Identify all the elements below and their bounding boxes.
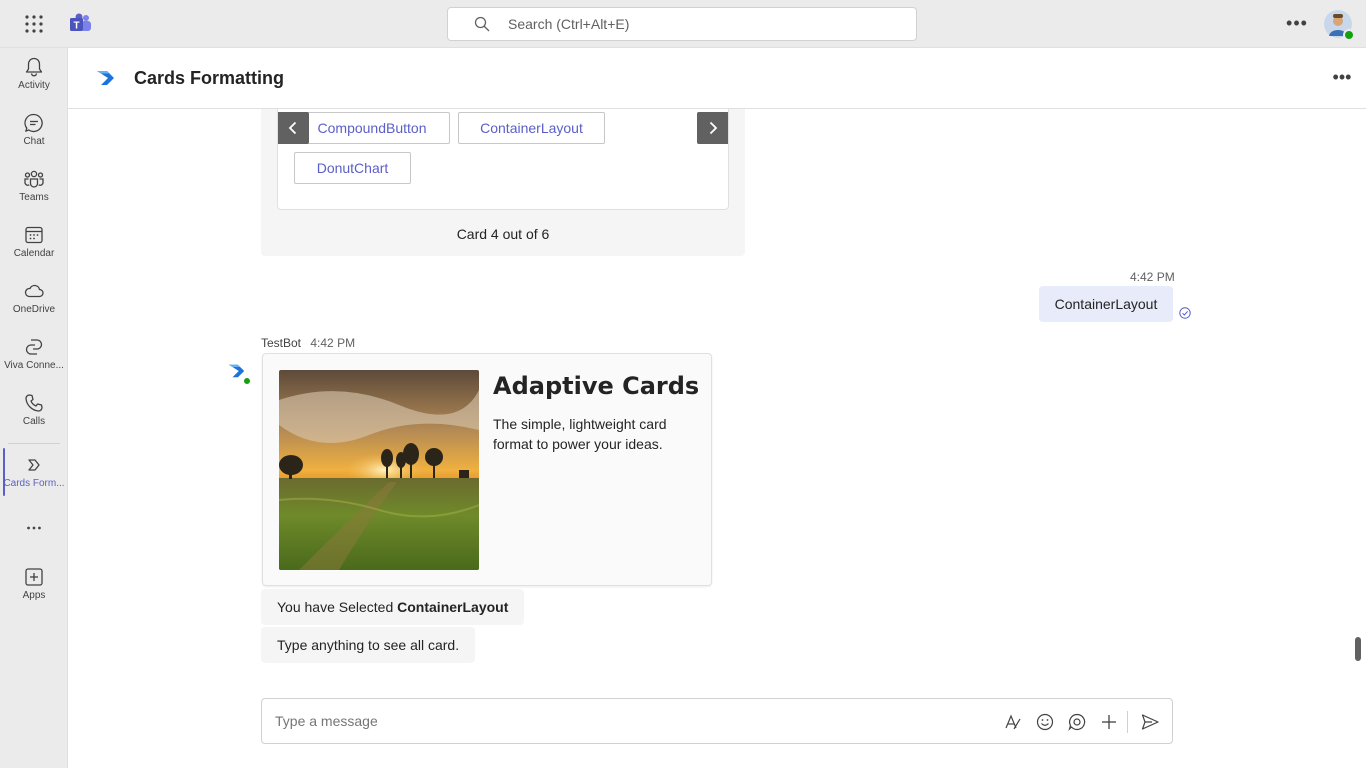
rail-item-onedrive[interactable]: OneDrive [0, 280, 68, 332]
chip-compound-button[interactable]: CompoundButton [294, 112, 450, 144]
rail-item-cards-formatting[interactable]: Cards Form... [0, 448, 68, 506]
presence-available-icon [1343, 29, 1355, 41]
app-rail: Activity Chat Teams Calendar OneDrive Vi… [0, 48, 68, 768]
rail-item-apps[interactable]: Apps [0, 566, 68, 618]
search-placeholder: Search (Ctrl+Alt+E) [508, 16, 630, 32]
rail-item-calendar[interactable]: Calendar [0, 224, 68, 276]
search-bar[interactable]: Search (Ctrl+Alt+E) [447, 7, 917, 41]
rail-label: Apps [22, 590, 46, 601]
rail-label: Calls [22, 416, 46, 427]
app-header: Cards Formatting ••• [68, 48, 1366, 109]
bot-timestamp: 4:42 PM [310, 336, 356, 350]
carousel-next-button[interactable] [697, 112, 728, 144]
rail-item-chat[interactable]: Chat [0, 112, 68, 164]
carousel-prev-button[interactable] [278, 112, 309, 144]
rail-label: Teams [19, 192, 49, 203]
rail-label: Calendar [13, 248, 55, 259]
search-icon [474, 16, 490, 32]
settings-more-button[interactable]: ••• [1285, 14, 1309, 34]
rail-item-viva-connections[interactable]: Viva Conne... [0, 336, 68, 388]
svg-text:T: T [73, 21, 79, 32]
send-icon[interactable] [1140, 712, 1160, 732]
user-avatar[interactable] [1324, 10, 1355, 41]
bot-name: TestBot [261, 336, 302, 350]
carousel-card: CompoundButton ContainerLayout DonutChar… [277, 109, 729, 210]
selected-value: ContainerLayout [397, 599, 509, 615]
compose-box [261, 698, 1173, 744]
bot-presence-icon [242, 376, 252, 386]
rail-more-apps-button[interactable] [0, 518, 68, 538]
emoji-icon[interactable] [1035, 712, 1055, 732]
selected-message: You have Selected ContainerLayout [261, 589, 525, 625]
top-bar: T Search (Ctrl+Alt+E) ••• [0, 0, 1366, 48]
app-launcher-icon[interactable] [24, 14, 44, 34]
bot-avatar[interactable] [228, 362, 252, 386]
card-description: The simple, lightweight card format to p… [493, 416, 667, 452]
rail-label: Viva Conne... [4, 360, 64, 371]
sent-message[interactable]: ContainerLayout [1039, 286, 1173, 322]
chat-scrollbar[interactable] [1355, 637, 1361, 661]
message-input[interactable] [275, 713, 975, 729]
teams-logo-icon: T [70, 13, 91, 32]
rail-label: Activity [18, 80, 50, 91]
loop-icon[interactable] [1067, 712, 1087, 732]
cloud-icon [24, 284, 44, 298]
chevron-right-icon [709, 121, 718, 135]
format-icon[interactable] [1003, 712, 1023, 732]
rail-item-activity[interactable]: Activity [0, 56, 68, 108]
card-title: Adaptive Cards [493, 372, 700, 400]
rail-divider [8, 443, 60, 444]
cards-formatting-app-icon [97, 71, 114, 85]
carousel-count: Card 4 out of 6 [456, 226, 550, 242]
bell-icon [25, 57, 43, 77]
page-title: Cards Formatting [134, 68, 285, 88]
rail-item-calls[interactable]: Calls [0, 392, 68, 444]
add-app-icon [25, 568, 43, 586]
carousel-message: CompoundButton ContainerLayout DonutChar… [261, 109, 745, 256]
cards-formatting-icon [28, 459, 40, 471]
compose-divider [1127, 711, 1128, 733]
viva-connections-icon [25, 339, 43, 355]
hint-message: Type anything to see all card. [261, 627, 476, 663]
selected-prefix: You have Selected [277, 599, 398, 615]
rail-label: Cards Form... [3, 478, 65, 489]
rail-label: OneDrive [12, 304, 56, 315]
rail-label: Chat [23, 136, 45, 147]
sent-timestamp: 4:42 PM [1130, 270, 1175, 284]
calendar-icon [25, 226, 43, 244]
chip-container-layout[interactable]: ContainerLayout [458, 112, 605, 144]
sunset-field-image [279, 370, 479, 570]
more-apps-icon [27, 526, 41, 530]
plus-icon[interactable] [1099, 712, 1119, 732]
chevron-left-icon [288, 121, 297, 135]
chat-icon [24, 113, 43, 133]
phone-icon [25, 394, 43, 412]
adaptive-card: Adaptive Cards The simple, lightweight c… [262, 353, 712, 586]
chip-donut-chart[interactable]: DonutChart [294, 152, 411, 184]
chat-area: CompoundButton ContainerLayout DonutChar… [68, 109, 1366, 768]
teams-icon [24, 170, 44, 188]
header-more-button[interactable]: ••• [1330, 68, 1354, 88]
landscape-image [279, 370, 479, 570]
rail-item-teams[interactable]: Teams [0, 168, 68, 220]
delivered-check-icon [1179, 307, 1191, 319]
bot-message-header: TestBot 4:42 PM [261, 336, 355, 350]
